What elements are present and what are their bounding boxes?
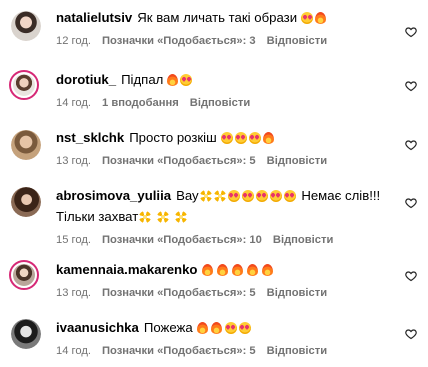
- avatar[interactable]: [9, 70, 39, 100]
- heart-outline-icon[interactable]: [405, 270, 417, 282]
- likes-count-link[interactable]: Позначки «Подобається»: 3: [102, 35, 256, 47]
- comment-text-line: natalielutsiv Як вам личать такі образи: [56, 8, 388, 29]
- comment-username[interactable]: dorotiuk_: [56, 72, 116, 87]
- comment-text-line: dorotiuk_ Підпал: [56, 70, 388, 91]
- fire-emoji-icon: [232, 264, 244, 276]
- comment-meta: 14 год. Позначки «Подобається»: 5 Відповіс…: [56, 343, 388, 359]
- avatar[interactable]: [9, 260, 39, 290]
- comment-text-line: Тільки захват: [56, 207, 388, 228]
- avatar[interactable]: [11, 130, 41, 160]
- avatar[interactable]: [11, 11, 41, 41]
- fire-emoji-icon: [202, 264, 214, 276]
- heart-eyes-emoji-icon: [220, 132, 233, 144]
- sparkles-emoji-icon: [139, 211, 152, 223]
- comment-username[interactable]: nst_sklchk: [56, 130, 124, 145]
- heart-outline-icon[interactable]: [405, 139, 417, 151]
- comment-meta: 15 год. Позначки «Подобається»: 10 Відпові…: [56, 232, 388, 248]
- heart-eyes-emoji-icon: [283, 190, 296, 202]
- comment-time: 14 год.: [56, 97, 91, 109]
- comment-time: 15 год.: [56, 234, 91, 246]
- likes-count-link[interactable]: 1 вподобання: [102, 97, 179, 109]
- heart-eyes-emoji-icon: [255, 190, 268, 202]
- comment-text: Вау: [176, 188, 199, 203]
- heart-eyes-emoji-icon: [224, 322, 237, 334]
- comment-text: Тільки захват: [56, 209, 139, 224]
- likes-count-link[interactable]: Позначки «Подобається»: 5: [102, 287, 256, 299]
- heart-eyes-emoji-icon: [227, 190, 240, 202]
- likes-count-link[interactable]: Позначки «Подобається»: 5: [102, 155, 256, 167]
- heart-eyes-emoji-icon: [301, 12, 314, 24]
- comment-text-line: abrosimova_yuliia Вау Немає слів!!!: [56, 186, 388, 207]
- emoji-group: [202, 262, 275, 281]
- comment-username[interactable]: kamennaia.makarenko: [56, 262, 197, 277]
- emoji-group: [199, 188, 298, 207]
- comment-username[interactable]: natalielutsiv: [56, 10, 132, 25]
- comment-text: Підпал: [121, 72, 164, 87]
- comment-time: 13 год.: [56, 287, 91, 299]
- comment-meta: 13 год. Позначки «Подобається»: 5 Відповіс…: [56, 285, 388, 301]
- fire-emoji-icon: [315, 12, 327, 24]
- heart-outline-icon[interactable]: [405, 328, 417, 340]
- fire-emoji-icon: [247, 264, 259, 276]
- comment-text-line: kamennaia.makarenko: [56, 260, 388, 281]
- comment-time: 14 год.: [56, 345, 91, 357]
- comment-text: Пожежа: [143, 320, 193, 335]
- heart-eyes-emoji-icon: [238, 322, 251, 334]
- likes-count-link[interactable]: Позначки «Подобається»: 10: [102, 234, 262, 246]
- emoji-group: [196, 320, 253, 339]
- comment-text: Просто розкіш: [129, 130, 217, 145]
- comment-username[interactable]: abrosimova_yuliia: [56, 188, 171, 203]
- heart-eyes-emoji-icon: [241, 190, 254, 202]
- comment-time: 12 год.: [56, 35, 91, 47]
- emoji-group: [220, 130, 276, 149]
- comment-username[interactable]: ivaanusichka: [56, 320, 139, 335]
- comment-text: Як вам личать такі образи: [137, 10, 298, 25]
- reply-button[interactable]: Відповісти: [267, 155, 327, 167]
- comment-time: 13 год.: [56, 155, 91, 167]
- reply-button[interactable]: Відповісти: [273, 234, 333, 246]
- comment-meta: 12 год. Позначки «Подобається»: 3 Відповіс…: [56, 33, 388, 49]
- fire-emoji-icon: [217, 264, 229, 276]
- sparkles-emoji-icon: [199, 190, 212, 202]
- comment-text-line: ivaanusichka Пожежа: [56, 318, 388, 339]
- heart-eyes-emoji-icon: [180, 74, 193, 86]
- emoji-group: [167, 72, 194, 91]
- heart-eyes-emoji-icon: [269, 190, 282, 202]
- heart-outline-icon[interactable]: [405, 197, 417, 209]
- fire-emoji-icon: [196, 322, 208, 334]
- reply-button[interactable]: Відповісти: [267, 35, 327, 47]
- comment-text: Немає слів!!!: [301, 188, 381, 203]
- sparkles-emoji-icon: [213, 190, 226, 202]
- heart-outline-icon[interactable]: [405, 26, 417, 38]
- heart-outline-icon[interactable]: [405, 80, 417, 92]
- emoji-group: [139, 209, 189, 228]
- avatar[interactable]: [11, 319, 41, 349]
- sparkles-emoji-icon: [175, 211, 188, 223]
- sparkles-emoji-icon: [157, 211, 170, 223]
- fire-emoji-icon: [210, 322, 222, 334]
- reply-button[interactable]: Відповісти: [190, 97, 250, 109]
- avatar[interactable]: [11, 187, 41, 217]
- comment-text-line: nst_sklchk Просто розкіш: [56, 128, 388, 149]
- reply-button[interactable]: Відповісти: [267, 345, 327, 357]
- likes-count-link[interactable]: Позначки «Подобається»: 5: [102, 345, 256, 357]
- comment-meta: 13 год. Позначки «Подобається»: 5 Відповіс…: [56, 153, 388, 169]
- reply-button[interactable]: Відповісти: [267, 287, 327, 299]
- heart-eyes-emoji-icon: [248, 132, 261, 144]
- fire-emoji-icon: [262, 264, 274, 276]
- fire-emoji-icon: [167, 74, 179, 86]
- heart-eyes-emoji-icon: [234, 132, 247, 144]
- comment-meta: 14 год. 1 вподобання Відповісти: [56, 95, 388, 111]
- fire-emoji-icon: [262, 132, 274, 144]
- emoji-group: [301, 10, 328, 29]
